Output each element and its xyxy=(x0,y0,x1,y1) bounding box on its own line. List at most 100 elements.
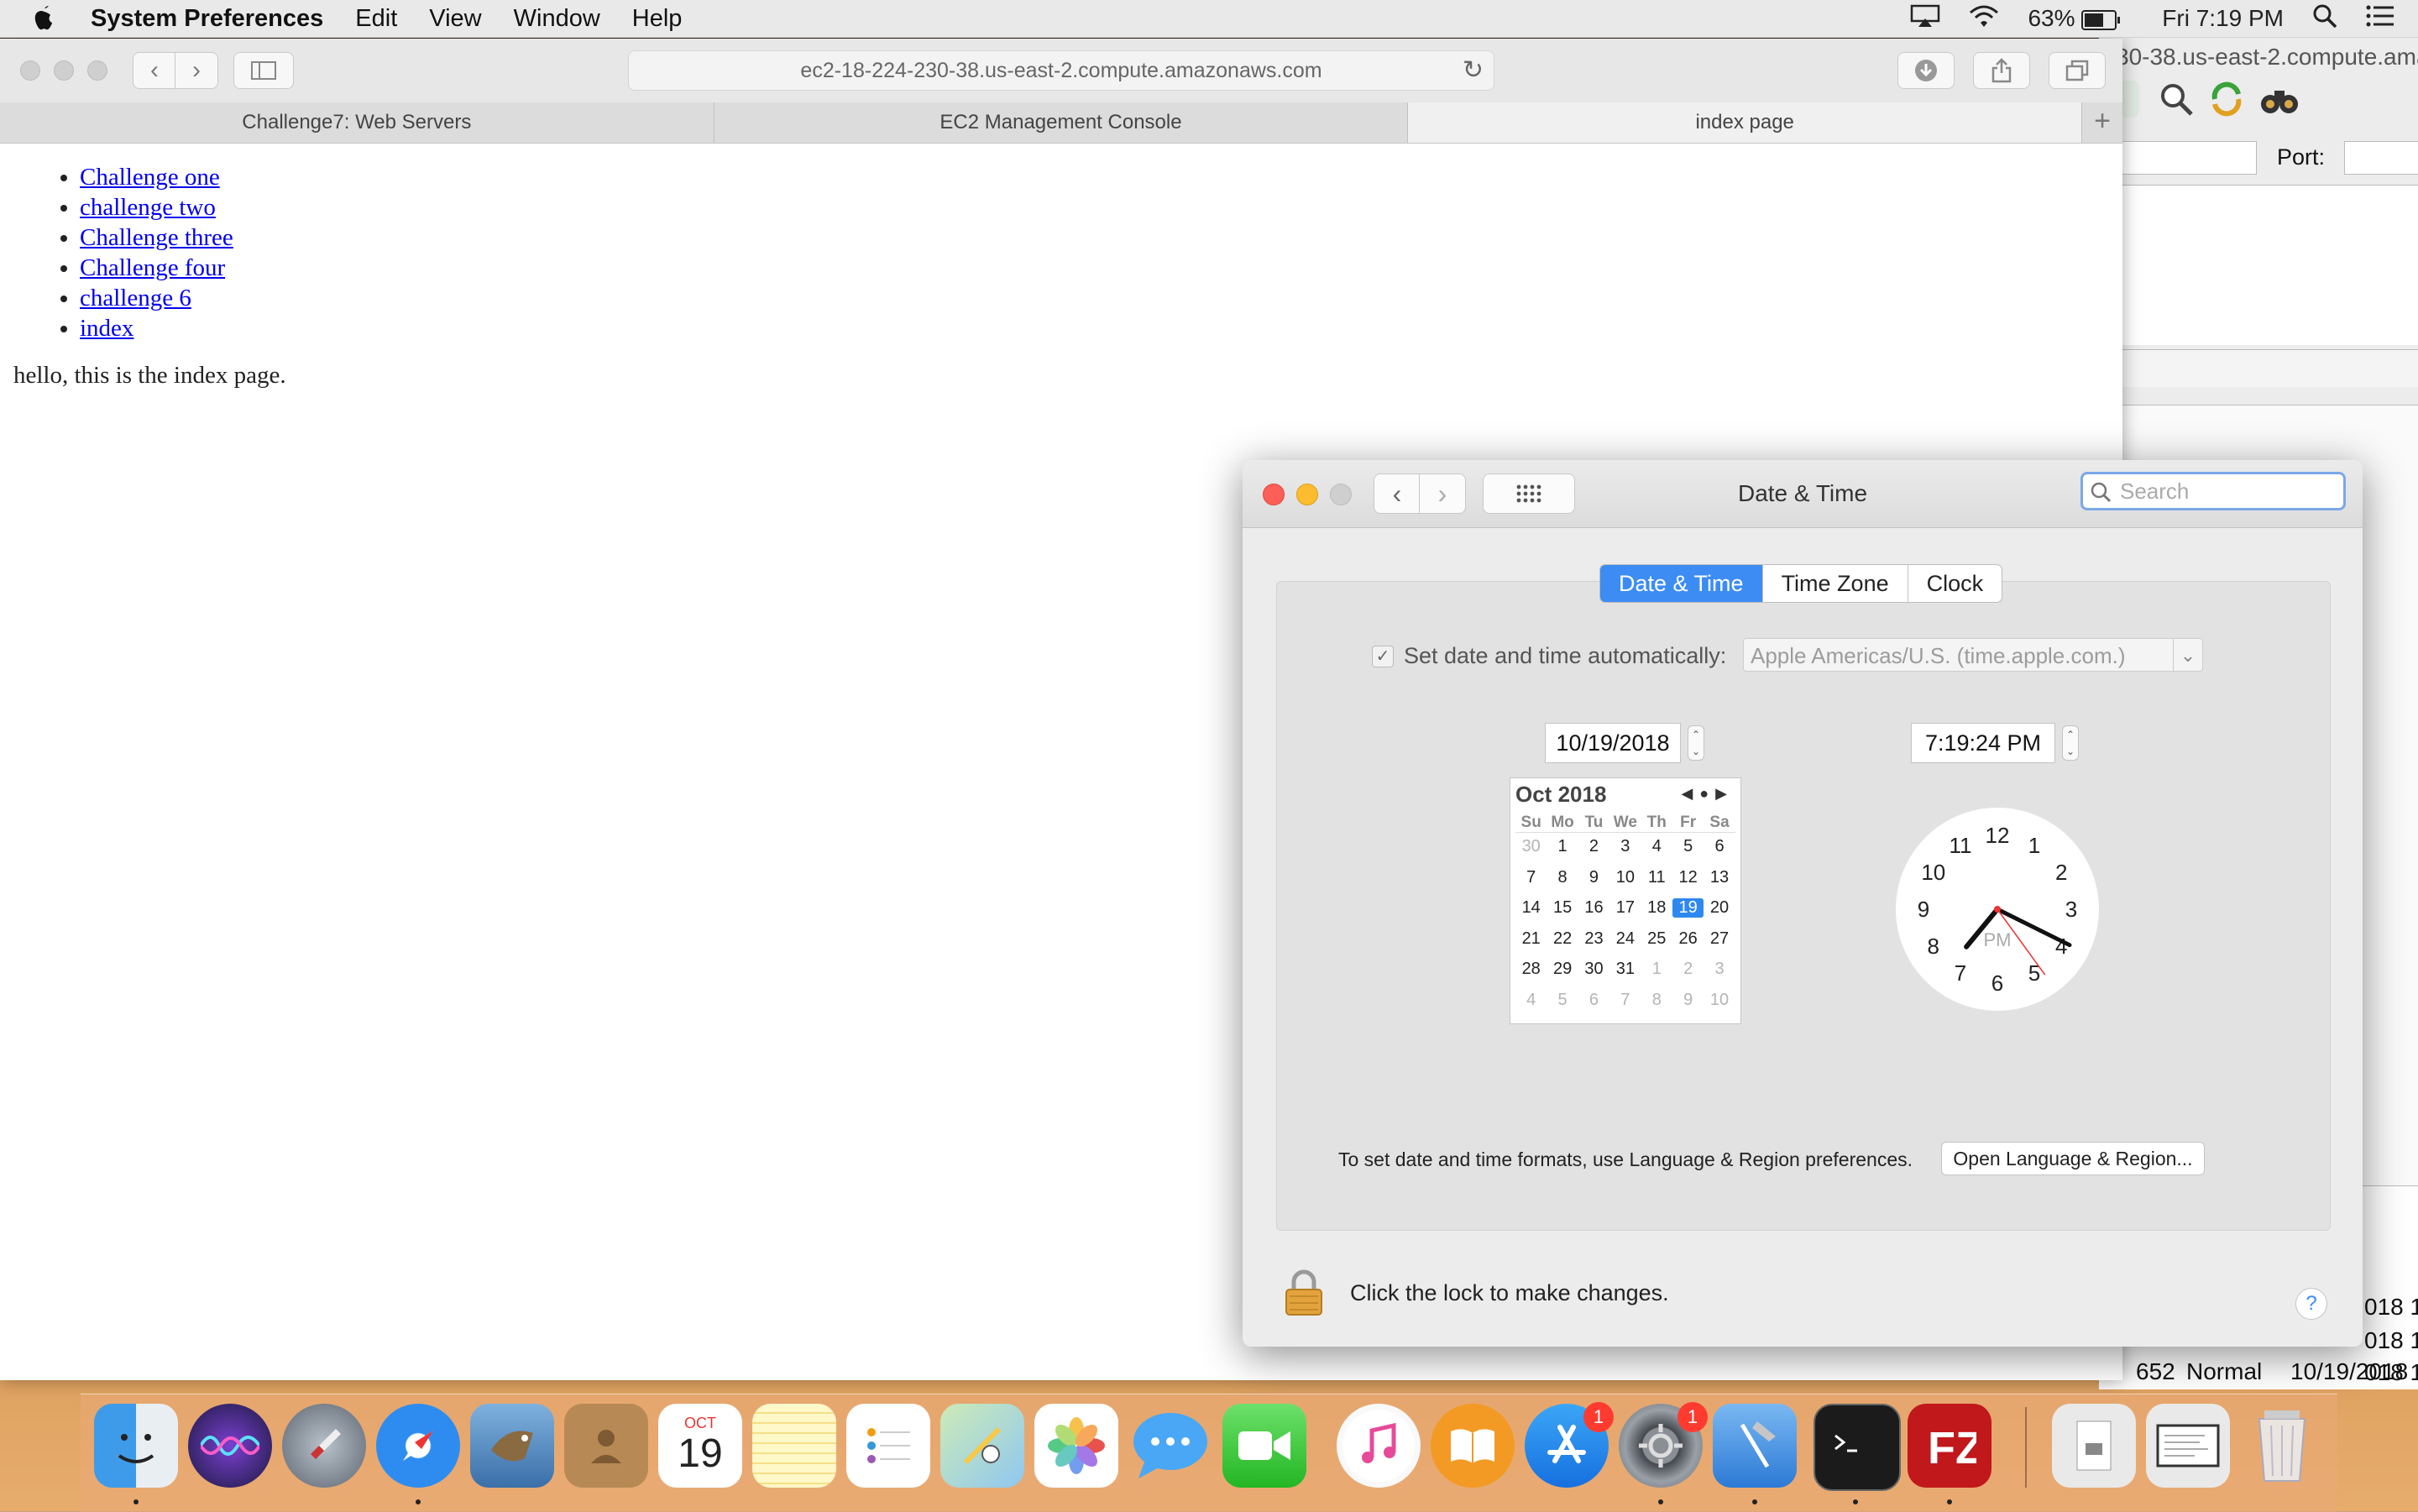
search-input[interactable]: Search xyxy=(2080,472,2346,510)
tabs-overview-button[interactable] xyxy=(2049,52,2106,89)
filezilla-refresh-icon[interactable] xyxy=(2208,81,2245,118)
calendar-day[interactable]: 1 xyxy=(1641,960,1672,979)
calendar-day[interactable]: 7 xyxy=(1515,868,1547,887)
new-tab-button[interactable]: + xyxy=(2082,102,2122,143)
calendar-day[interactable]: 6 xyxy=(1578,991,1609,1010)
calendar-day[interactable]: 1 xyxy=(1547,837,1578,856)
terminal-icon[interactable] xyxy=(1814,1404,1901,1491)
time-server-select[interactable]: Apple Americas/U.S. (time.apple.com.) ⌄ xyxy=(1743,638,2203,672)
facetime-icon[interactable] xyxy=(1222,1404,1306,1488)
zoom-button[interactable] xyxy=(87,60,107,81)
airplay-icon[interactable] xyxy=(1910,4,1940,34)
calendar-day[interactable]: 29 xyxy=(1547,960,1578,979)
messages-icon[interactable] xyxy=(1128,1404,1212,1488)
link-challenge-6[interactable]: challenge 6 xyxy=(80,285,191,311)
calendar-prev-icon[interactable]: ◀ xyxy=(1681,785,1699,802)
calendar-day[interactable]: 30 xyxy=(1515,837,1547,856)
screenshot-stack-icon[interactable] xyxy=(2146,1404,2230,1488)
apple-menu-icon[interactable] xyxy=(32,4,57,33)
share-button[interactable] xyxy=(1973,52,2030,89)
xcode-icon[interactable] xyxy=(1713,1404,1797,1488)
tab-challenge7[interactable]: Challenge7: Web Servers xyxy=(0,102,714,143)
wifi-icon[interactable] xyxy=(1969,4,1999,34)
menu-clock[interactable]: Fri 7:19 PM xyxy=(2162,5,2284,32)
calendar-day[interactable]: 17 xyxy=(1609,898,1641,918)
address-bar[interactable]: ec2-18-224-230-38.us-east-2.compute.amaz… xyxy=(628,50,1494,91)
sidebar-button[interactable] xyxy=(233,52,294,89)
calendar-day[interactable]: 25 xyxy=(1641,929,1672,949)
link-index[interactable]: index xyxy=(80,315,133,342)
calendar-day[interactable]: 10 xyxy=(1704,991,1735,1010)
calendar-next-icon[interactable]: ▶ xyxy=(1715,785,1734,802)
minimize-button[interactable] xyxy=(54,60,74,81)
link-challenge-two[interactable]: challenge two xyxy=(80,194,216,221)
tab-time-zone[interactable]: Time Zone xyxy=(1763,565,1908,602)
back-button[interactable]: ‹ xyxy=(133,52,176,89)
calendar-day[interactable]: 22 xyxy=(1547,929,1578,949)
calendar-day[interactable]: 9 xyxy=(1672,991,1704,1010)
filezilla-search-icon[interactable] xyxy=(2158,81,2195,118)
calendar-day[interactable]: 7 xyxy=(1609,991,1641,1010)
calendar-day[interactable]: 23 xyxy=(1578,929,1609,949)
time-stepper[interactable]: ⌃ ⌄ xyxy=(2062,725,2079,761)
calendar-day[interactable]: 31 xyxy=(1609,960,1641,979)
calendar-day[interactable]: 24 xyxy=(1609,929,1641,949)
notification-center-icon[interactable] xyxy=(2366,4,2394,34)
reload-icon[interactable]: ↻ xyxy=(1463,51,1484,90)
lock-icon[interactable] xyxy=(1285,1269,1323,1316)
menu-edit[interactable]: Edit xyxy=(355,5,397,33)
help-button[interactable]: ? xyxy=(2295,1288,2327,1320)
calendar-day[interactable]: 5 xyxy=(1672,837,1704,856)
calendar-day[interactable]: 3 xyxy=(1704,960,1735,979)
reminders-icon[interactable] xyxy=(846,1404,930,1488)
menu-help[interactable]: Help xyxy=(632,5,683,33)
back-button[interactable]: ‹ xyxy=(1374,473,1421,514)
siri-icon[interactable] xyxy=(188,1404,272,1488)
tab-index-page[interactable]: index page xyxy=(1408,102,2083,143)
spotlight-search-icon[interactable] xyxy=(2312,3,2337,34)
filezilla-icon[interactable]: FZ xyxy=(1908,1404,1991,1488)
books-icon[interactable] xyxy=(1431,1404,1515,1488)
document-stack-icon[interactable] xyxy=(2052,1404,2136,1488)
menu-window[interactable]: Window xyxy=(514,5,600,33)
date-stepper[interactable]: ⌃ ⌄ xyxy=(1688,725,1704,761)
notes-icon[interactable] xyxy=(752,1404,836,1488)
calendar-day[interactable]: 8 xyxy=(1641,991,1672,1010)
time-field[interactable]: 7:19:24 PM xyxy=(1911,723,2055,763)
downloads-button[interactable] xyxy=(1897,52,1955,89)
calendar-day[interactable]: 27 xyxy=(1704,929,1735,949)
launchpad-icon[interactable] xyxy=(282,1404,366,1488)
close-button[interactable] xyxy=(1263,484,1285,505)
link-challenge-four[interactable]: Challenge four xyxy=(80,254,225,281)
calendar-day[interactable]: 8 xyxy=(1547,868,1578,887)
finder-icon[interactable] xyxy=(94,1404,178,1488)
calendar-day[interactable]: 13 xyxy=(1704,868,1735,887)
calendar-day[interactable]: 4 xyxy=(1515,991,1547,1010)
auto-time-checkbox[interactable]: ✓ xyxy=(1372,645,1394,667)
filezilla-port-field[interactable] xyxy=(2344,141,2418,175)
calendar-day[interactable]: 12 xyxy=(1672,868,1704,887)
tab-clock[interactable]: Clock xyxy=(1908,565,2002,602)
mail-icon[interactable] xyxy=(470,1404,554,1488)
menu-view[interactable]: View xyxy=(429,5,481,33)
link-challenge-three[interactable]: Challenge three xyxy=(80,224,233,251)
calendar-day[interactable]: 11 xyxy=(1641,868,1672,887)
calendar-day[interactable]: 15 xyxy=(1547,898,1578,918)
itunes-icon[interactable] xyxy=(1337,1404,1421,1488)
calendar-day[interactable]: 5 xyxy=(1547,991,1578,1010)
contacts-icon[interactable] xyxy=(564,1404,648,1488)
link-challenge-one[interactable]: Challenge one xyxy=(80,164,220,191)
calendar-day[interactable]: 3 xyxy=(1609,837,1641,856)
calendar-day[interactable]: 16 xyxy=(1578,898,1609,918)
calendar-day[interactable]: 28 xyxy=(1515,960,1547,979)
tab-date-time[interactable]: Date & Time xyxy=(1600,565,1763,602)
calendar-day[interactable]: 14 xyxy=(1515,898,1547,918)
menu-app-name[interactable]: System Preferences xyxy=(91,5,323,33)
calendar-day[interactable]: 18 xyxy=(1641,898,1672,918)
maps-icon[interactable] xyxy=(940,1404,1024,1488)
calendar-day[interactable]: 30 xyxy=(1578,960,1609,979)
calendar-day[interactable]: 10 xyxy=(1609,868,1641,887)
forward-button[interactable]: › xyxy=(1419,473,1466,514)
calendar-day[interactable]: 2 xyxy=(1672,960,1704,979)
calendar-day[interactable]: 2 xyxy=(1578,837,1609,856)
